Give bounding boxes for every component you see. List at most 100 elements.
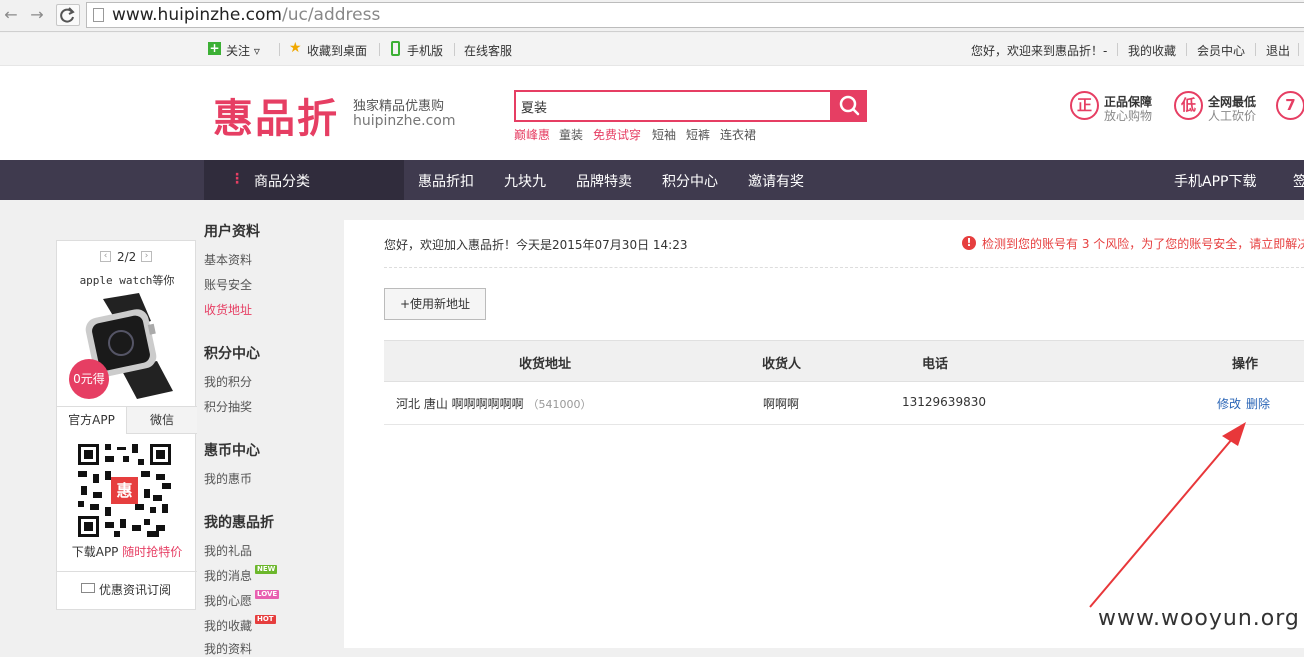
price-tag-badge: 0元得 [69, 359, 109, 399]
divider [1255, 43, 1256, 56]
promo-title: apple watch等你 [79, 274, 175, 287]
hotword-link[interactable]: 巅峰惠 [514, 126, 550, 143]
nav-item-brand-sale[interactable]: 品牌特卖 [576, 171, 632, 191]
delete-address-link[interactable]: 删除 [1246, 395, 1270, 412]
my-favorites-link[interactable]: 我的收藏 [1128, 42, 1176, 59]
mobile-link[interactable]: 手机版 [407, 42, 443, 59]
menu-section-coins: 惠币中心 [204, 443, 260, 459]
search-icon [839, 95, 860, 116]
lowest-price-icon: 低 [1174, 91, 1203, 120]
promo-pager: 2/2 [117, 250, 137, 264]
search-input[interactable] [516, 92, 816, 120]
menu-item-shipping-address[interactable]: 收货地址 [204, 301, 252, 318]
new-tag: NEW [255, 565, 278, 574]
hot-tag: HOT [255, 615, 276, 624]
tab-wechat[interactable]: 微信 [127, 406, 197, 434]
menu-item-my-gifts[interactable]: 我的礼品 [204, 542, 252, 559]
recipient-cell: 啊啊啊 [763, 397, 800, 411]
reload-icon [60, 7, 75, 23]
next-arrow-icon[interactable]: › [141, 251, 152, 262]
genuine-icon: 正 [1070, 91, 1099, 120]
menu-item-my-points[interactable]: 我的积分 [204, 373, 252, 390]
reload-button[interactable] [56, 4, 80, 26]
prev-arrow-icon[interactable]: ‹ [100, 251, 111, 262]
warning-icon: ! [962, 236, 976, 250]
edit-address-link[interactable]: 修改 [1217, 395, 1241, 412]
love-tag: LOVE [255, 590, 280, 599]
badge-subtitle: 放心购物 [1104, 109, 1153, 123]
logout-link[interactable]: 退出 [1266, 42, 1290, 59]
menu-section-points: 积分中心 [204, 346, 260, 362]
bookmark-link[interactable]: 收藏到桌面 [307, 42, 367, 59]
hotword-link[interactable]: 童装 [559, 126, 583, 143]
search-button[interactable] [832, 90, 867, 122]
subscribe-link[interactable]: 优惠资讯订阅 [99, 581, 171, 598]
menu-item-my-profile[interactable]: 我的资料 [204, 640, 252, 657]
tab-official-app[interactable]: 官方APP [57, 406, 127, 434]
nav-item-points[interactable]: 积分中心 [662, 171, 718, 191]
seven-day-icon: 7 [1276, 91, 1304, 120]
menu-item-my-coins[interactable]: 我的惠币 [204, 470, 252, 487]
site-logo[interactable]: 惠品折 [213, 86, 339, 144]
hotword-link[interactable]: 连衣裙 [720, 126, 756, 143]
back-icon[interactable]: ← [2, 6, 20, 24]
menu-item-points-lottery[interactable]: 积分抽奖 [204, 398, 252, 415]
watermark: www.wooyun.org [1098, 606, 1300, 631]
follow-link[interactable]: 关注 ▿ [226, 42, 260, 59]
divider [1186, 43, 1187, 56]
menu-item-my-wishes[interactable]: 我的心愿 [204, 592, 252, 609]
risk-warning[interactable]: 检测到您的账号有 3 个风险，为了您的账号安全，请立即解决 [982, 235, 1304, 252]
category-label: 商品分类 [254, 174, 310, 190]
download-app-text[interactable]: 下载APP 随时抢特价 [57, 543, 197, 560]
menu-dots-icon: ⋮ [230, 171, 244, 187]
nav-item-discount[interactable]: 惠品折扣 [418, 171, 474, 191]
qr-logo: 惠 [116, 481, 133, 500]
forward-icon[interactable]: → [28, 6, 46, 24]
greeting-text: 您好，欢迎加入惠品折！今天是2015年07月30日 14:23 [384, 238, 688, 252]
url-path: /uc/address [281, 5, 381, 25]
promo-card: ‹ 2/2 › apple watch等你 0元得 官方APP 微信 惠 下载A… [56, 240, 197, 610]
column-header-address: 收货地址 [519, 357, 572, 372]
divider [57, 571, 197, 572]
menu-item-my-messages[interactable]: 我的消息 [204, 567, 252, 584]
menu-item-account-security[interactable]: 账号安全 [204, 276, 252, 293]
main-nav: ⋮ 商品分类 惠品折扣 九块九 品牌特卖 积分中心 邀请有奖 手机APP下载 签 [0, 160, 1304, 200]
column-header-phone: 电话 [922, 357, 949, 372]
menu-item-my-favorites[interactable]: 我的收藏 [204, 617, 252, 634]
member-center-link[interactable]: 会员中心 [1197, 42, 1245, 59]
page-icon [93, 8, 104, 22]
search-box [514, 90, 832, 122]
menu-item-basic-info[interactable]: 基本资料 [204, 251, 252, 268]
divider [384, 267, 1304, 268]
qr-code[interactable]: 惠 [78, 444, 171, 537]
divider [1298, 43, 1299, 56]
star-icon: ★ [289, 40, 302, 56]
divider [454, 43, 455, 56]
hotword-link[interactable]: 短裤 [686, 126, 710, 143]
hotword-link[interactable]: 短袖 [652, 126, 676, 143]
column-header-recipient: 收货人 [762, 357, 802, 372]
menu-section-my-hpz: 我的惠品折 [204, 515, 274, 531]
service-link[interactable]: 在线客服 [464, 42, 512, 59]
badge-subtitle: 人工砍价 [1208, 109, 1257, 123]
welcome-text: 您好，欢迎来到惠品折！- [971, 44, 1108, 58]
divider [379, 43, 380, 56]
category-menu-button[interactable]: ⋮ 商品分类 [204, 160, 404, 200]
nav-sign[interactable]: 签 [1293, 171, 1304, 191]
plus-icon: + [208, 41, 221, 55]
phone-cell: 13129639830 [902, 395, 986, 409]
divider [1117, 43, 1118, 56]
nav-item-invite[interactable]: 邀请有奖 [748, 171, 804, 191]
hotword-link[interactable]: 免费试穿 [593, 126, 641, 143]
mail-icon [81, 583, 95, 593]
address-bar[interactable]: www.huipinzhe.com/uc/address [86, 2, 1304, 28]
plus-icon: + [399, 297, 411, 311]
nav-app-download[interactable]: 手机APP下载 [1174, 171, 1256, 191]
address-table-header: 收货地址 收货人 电话 操作 [384, 340, 1304, 382]
logo-slogan: 独家精品优惠购 [353, 99, 445, 114]
divider [279, 43, 280, 56]
logo-domain: huipinzhe.com [353, 113, 456, 129]
new-address-button[interactable]: +使用新地址 [384, 288, 486, 320]
address-cell: 河北 唐山 啊啊啊啊啊啊 （541000） [396, 397, 592, 411]
nav-item-ninenine[interactable]: 九块九 [504, 171, 546, 191]
